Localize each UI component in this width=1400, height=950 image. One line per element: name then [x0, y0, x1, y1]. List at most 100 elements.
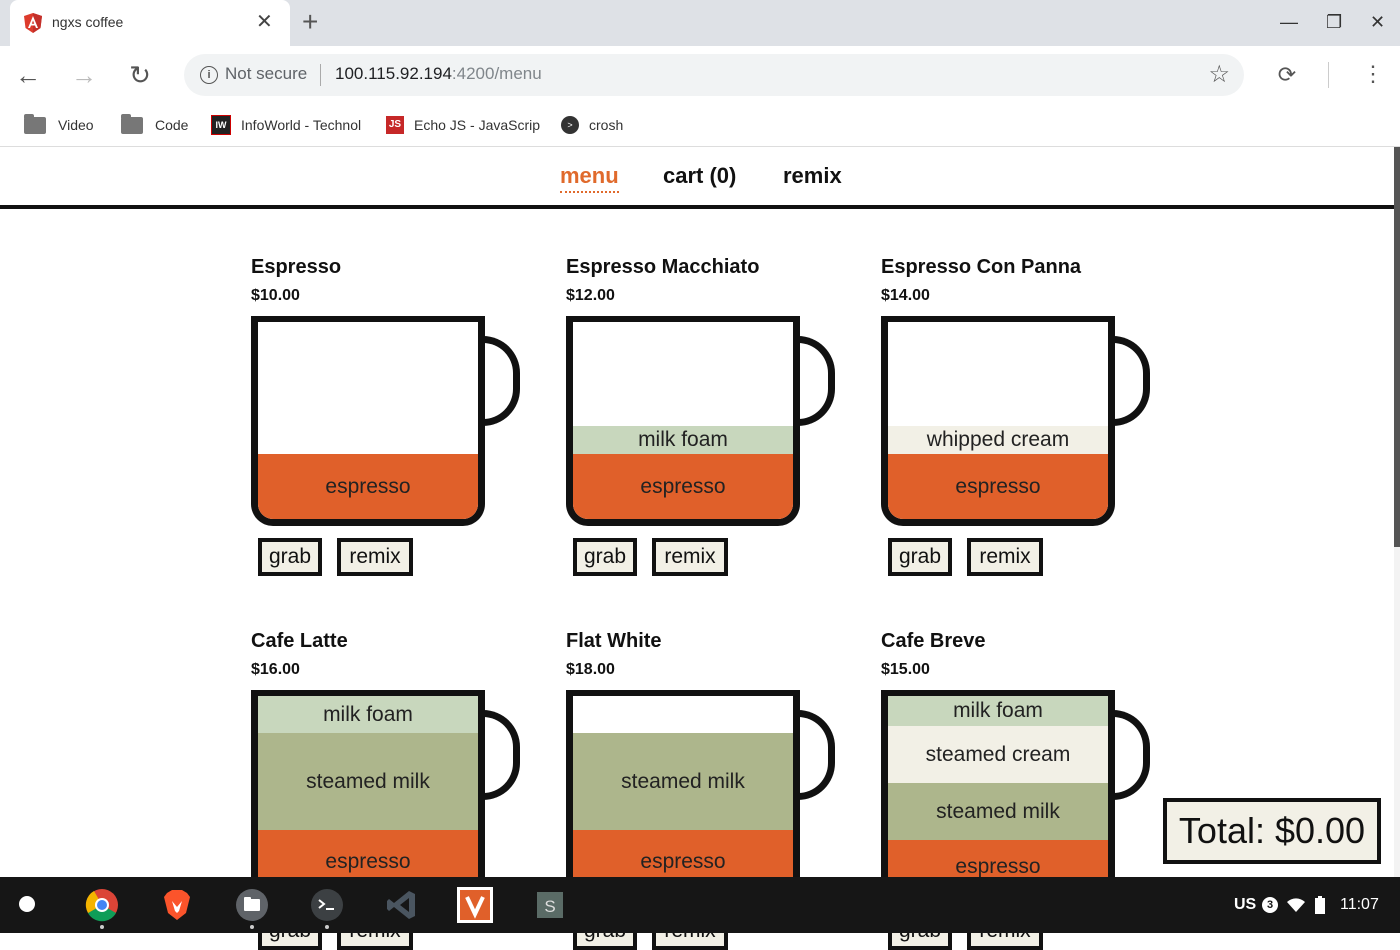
battery-icon[interactable]: [1315, 896, 1325, 914]
mug-handle: [798, 336, 835, 426]
back-arrow-icon[interactable]: ←: [11, 58, 45, 92]
files-icon[interactable]: [234, 887, 270, 929]
os-shelf: S US 3 11:07: [0, 877, 1400, 933]
layer-steamed: steamed milk: [888, 783, 1108, 840]
reload-icon[interactable]: ↻: [123, 58, 157, 92]
vivaldi-icon[interactable]: [457, 887, 493, 923]
coffee-mug: espresso steamed milk steamed cream milk fo…: [881, 690, 1115, 900]
terminal-icon[interactable]: [309, 887, 345, 929]
item-price: $18.00: [566, 661, 615, 678]
bookmark-label: crosh: [589, 117, 624, 133]
item-price: $16.00: [251, 661, 300, 678]
item-name: Espresso Con Panna: [881, 256, 1082, 278]
wifi-icon[interactable]: [1287, 898, 1305, 912]
address-bar[interactable]: i Not secure 100.115.92.194:4200/menu ☆: [184, 54, 1244, 96]
remix-button[interactable]: remix: [967, 538, 1043, 576]
folder-icon: [24, 113, 46, 134]
item-name: Flat White: [566, 630, 662, 652]
url-path: :4200/menu: [451, 64, 542, 83]
nav-cart-link[interactable]: cart (0): [663, 163, 736, 189]
item-price: $14.00: [881, 287, 930, 304]
nav-menu-link[interactable]: menu: [560, 163, 619, 193]
bookmark-label: Code: [155, 117, 189, 133]
coffee-mug: espresso steamed milk milk foam: [251, 690, 485, 900]
bookmark-star-icon[interactable]: ☆: [1208, 60, 1230, 89]
item-name: Espresso: [251, 256, 342, 278]
terminal-logo: [311, 889, 343, 921]
bookmark-crosh[interactable]: > crosh: [561, 112, 623, 138]
bookmark-code[interactable]: Code: [121, 112, 188, 138]
tab-title: ngxs coffee: [52, 14, 124, 30]
keyboard-locale[interactable]: US: [1234, 896, 1256, 914]
layer-steamed: steamed milk: [573, 733, 793, 830]
minimize-icon[interactable]: —: [1280, 10, 1298, 34]
echojs-icon: JS: [386, 116, 404, 134]
tab-strip: ngxs coffee ✕ + — ❐ ✕: [0, 0, 1400, 46]
nav-remix-link[interactable]: remix: [783, 163, 842, 189]
toolbar-divider: [1328, 62, 1329, 88]
forward-arrow-icon[interactable]: →: [67, 58, 101, 92]
mug-handle: [483, 710, 520, 800]
remix-button[interactable]: remix: [652, 538, 728, 576]
layer-steamed: steamed milk: [258, 733, 478, 830]
vscode-logo: [387, 891, 415, 919]
close-tab-icon[interactable]: ✕: [256, 10, 273, 34]
total-display: Total: $0.00: [1163, 798, 1381, 864]
item-name: Cafe Breve: [881, 630, 986, 652]
files-logo: [236, 889, 268, 921]
layer-espresso: espresso: [888, 454, 1108, 519]
svg-text:S: S: [544, 897, 555, 916]
grab-button[interactable]: grab: [888, 538, 952, 576]
browser-tab[interactable]: ngxs coffee ✕: [10, 0, 290, 46]
new-tab-icon[interactable]: +: [302, 6, 318, 38]
bookmark-label: InfoWorld - Technol: [241, 117, 362, 133]
vscode-icon[interactable]: [384, 887, 420, 923]
layer-foam: milk foam: [258, 696, 478, 733]
running-indicator: [100, 925, 104, 929]
clock[interactable]: 11:07: [1340, 896, 1379, 914]
grab-button[interactable]: grab: [258, 538, 322, 576]
layer-foam: milk foam: [888, 696, 1108, 726]
url-text[interactable]: 100.115.92.194:4200/menu: [335, 64, 542, 84]
bookmark-video[interactable]: Video: [24, 112, 94, 138]
grab-button[interactable]: grab: [573, 538, 637, 576]
layer-foam: milk foam: [573, 426, 793, 454]
sync-icon[interactable]: ⟳: [1274, 62, 1300, 88]
sublime-logo: S: [537, 892, 563, 918]
notification-count-badge[interactable]: 3: [1262, 897, 1278, 913]
bookmark-echojs[interactable]: JS Echo JS - JavaScrip: [386, 112, 540, 138]
launcher-icon[interactable]: [19, 896, 35, 912]
info-icon[interactable]: i: [200, 66, 218, 84]
chrome-icon[interactable]: [84, 887, 120, 929]
mug-handle: [798, 710, 835, 800]
coffee-mug: espresso whipped cream: [881, 316, 1115, 526]
security-label[interactable]: Not secure: [225, 64, 307, 84]
angular-icon: [24, 13, 42, 33]
folder-icon: [121, 113, 143, 134]
mug-handle: [1113, 710, 1150, 800]
brave-icon[interactable]: [159, 887, 195, 923]
infoworld-icon: IW: [211, 115, 231, 135]
browser-toolbar: ← → ↻ i Not secure 100.115.92.194:4200/m…: [0, 46, 1400, 104]
chrome-logo: [85, 889, 118, 922]
kebab-menu-icon[interactable]: ⋮: [1362, 60, 1384, 88]
url-host: 100.115.92.194: [335, 64, 452, 83]
bookmark-infoworld[interactable]: IW InfoWorld - Technol: [211, 112, 361, 138]
coffee-mug: espresso steamed milk: [566, 690, 800, 900]
coffee-mug: espresso milk foam: [566, 316, 800, 526]
close-window-icon[interactable]: ✕: [1370, 10, 1385, 34]
maximize-icon[interactable]: ❐: [1326, 10, 1342, 34]
scrollbar-thumb[interactable]: [1394, 147, 1400, 547]
layer-espresso: espresso: [258, 454, 478, 519]
item-name: Cafe Latte: [251, 630, 348, 652]
running-indicator: [250, 925, 254, 929]
bookmark-label: Video: [58, 117, 94, 133]
sublime-icon[interactable]: S: [532, 887, 568, 923]
coffee-mug: espresso: [251, 316, 485, 526]
mug-handle: [483, 336, 520, 426]
remix-button[interactable]: remix: [337, 538, 413, 576]
item-price: $15.00: [881, 661, 930, 678]
layer-espresso: espresso: [573, 454, 793, 519]
layer-cream: whipped cream: [888, 426, 1108, 454]
running-indicator: [325, 925, 329, 929]
